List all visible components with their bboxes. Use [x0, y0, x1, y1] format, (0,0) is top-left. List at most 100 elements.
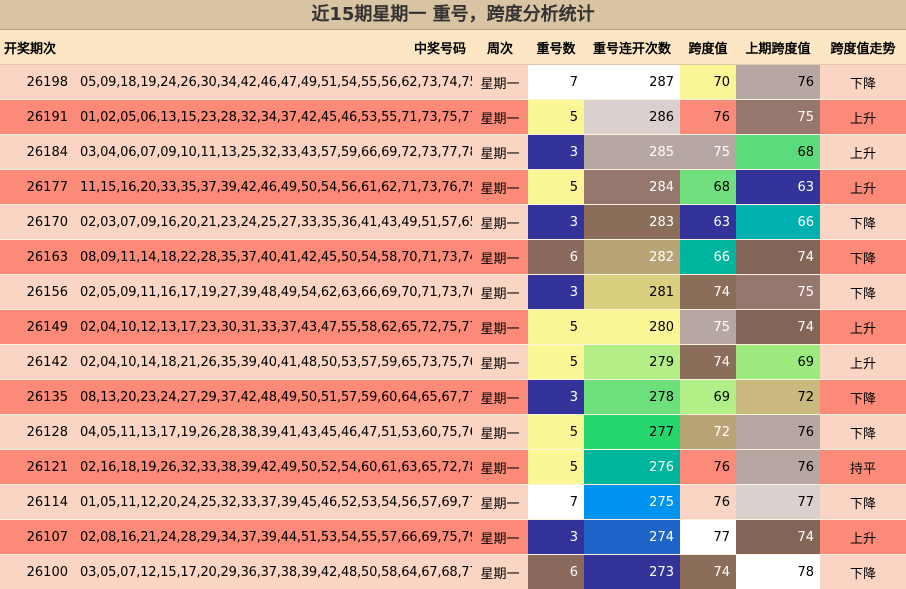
header-numbers: 中奖号码 — [74, 30, 472, 65]
cell-repeat-streak: 279 — [584, 345, 680, 380]
cell-prev-span: 75 — [736, 100, 820, 135]
table-row: 2612804,05,11,13,17,19,26,28,38,39,41,43… — [0, 415, 906, 450]
cell-repeat-count: 3 — [528, 135, 584, 170]
cell-repeat-count: 5 — [528, 345, 584, 380]
table-row: 2611401,05,11,12,20,24,25,32,33,37,39,45… — [0, 485, 906, 520]
cell-issue: 26156 — [0, 275, 74, 310]
cell-week: 星期一 — [472, 520, 528, 555]
stats-panel: 近15期星期一 重号，跨度分析统计 开奖期次 中奖号码 周次 重号数 重号连开次… — [0, 0, 906, 576]
cell-span: 74 — [680, 275, 736, 310]
cell-span: 76 — [680, 100, 736, 135]
header-issue: 开奖期次 — [0, 30, 74, 65]
cell-span: 66 — [680, 240, 736, 275]
cell-span: 75 — [680, 135, 736, 170]
cell-repeat-streak: 275 — [584, 485, 680, 520]
header-span-trend: 跨度值走势 — [820, 30, 906, 65]
cell-span-trend: 上升 — [820, 345, 906, 380]
cell-issue: 26149 — [0, 310, 74, 345]
cell-repeat-count: 5 — [528, 450, 584, 485]
cell-repeat-count: 5 — [528, 100, 584, 135]
table-row: 2615602,05,09,11,16,17,19,27,39,48,49,54… — [0, 275, 906, 310]
cell-span-trend: 上升 — [820, 135, 906, 170]
cell-numbers: 11,15,16,20,33,35,37,39,42,46,49,50,54,5… — [74, 170, 472, 205]
cell-prev-span: 68 — [736, 135, 820, 170]
cell-repeat-streak: 274 — [584, 520, 680, 555]
table-row: 2617002,03,07,09,16,20,21,23,24,25,27,33… — [0, 205, 906, 240]
cell-numbers: 01,05,11,12,20,24,25,32,33,37,39,45,46,5… — [74, 485, 472, 520]
cell-span: 63 — [680, 205, 736, 240]
cell-repeat-count: 5 — [528, 415, 584, 450]
cell-numbers: 08,09,11,14,18,22,28,35,37,40,41,42,45,5… — [74, 240, 472, 275]
cell-week: 星期一 — [472, 135, 528, 170]
cell-numbers: 02,08,16,21,24,28,29,34,37,39,44,51,53,5… — [74, 520, 472, 555]
cell-week: 星期一 — [472, 345, 528, 380]
table-row: 2610702,08,16,21,24,28,29,34,37,39,44,51… — [0, 520, 906, 555]
cell-span-trend: 上升 — [820, 170, 906, 205]
cell-span-trend: 下降 — [820, 205, 906, 240]
cell-repeat-streak: 282 — [584, 240, 680, 275]
page-title: 近15期星期一 重号，跨度分析统计 — [0, 0, 906, 30]
cell-week: 星期一 — [472, 380, 528, 415]
cell-prev-span: 63 — [736, 170, 820, 205]
cell-span-trend: 下降 — [820, 240, 906, 275]
cell-prev-span: 74 — [736, 310, 820, 345]
cell-numbers: 02,04,10,14,18,21,26,35,39,40,41,48,50,5… — [74, 345, 472, 380]
cell-span: 74 — [680, 555, 736, 589]
cell-week: 星期一 — [472, 555, 528, 589]
cell-repeat-streak: 286 — [584, 100, 680, 135]
cell-repeat-streak: 280 — [584, 310, 680, 345]
cell-numbers: 02,16,18,19,26,32,33,38,39,42,49,50,52,5… — [74, 450, 472, 485]
cell-week: 星期一 — [472, 310, 528, 345]
cell-repeat-count: 3 — [528, 275, 584, 310]
cell-span: 75 — [680, 310, 736, 345]
cell-issue: 26184 — [0, 135, 74, 170]
cell-week: 星期一 — [472, 415, 528, 450]
cell-span: 70 — [680, 65, 736, 100]
cell-numbers: 03,05,07,12,15,17,20,29,36,37,38,39,42,4… — [74, 555, 472, 589]
cell-prev-span: 74 — [736, 240, 820, 275]
header-prev-span: 上期跨度值 — [736, 30, 820, 65]
table-row: 2612102,16,18,19,26,32,33,38,39,42,49,50… — [0, 450, 906, 485]
cell-span-trend: 上升 — [820, 100, 906, 135]
cell-span-trend: 上升 — [820, 310, 906, 345]
cell-prev-span: 76 — [736, 415, 820, 450]
cell-numbers: 08,13,20,23,24,27,29,37,42,48,49,50,51,5… — [74, 380, 472, 415]
header-week: 周次 — [472, 30, 528, 65]
cell-repeat-streak: 277 — [584, 415, 680, 450]
table-row: 2617711,15,16,20,33,35,37,39,42,46,49,50… — [0, 170, 906, 205]
cell-repeat-streak: 283 — [584, 205, 680, 240]
cell-repeat-count: 5 — [528, 310, 584, 345]
cell-span: 76 — [680, 485, 736, 520]
cell-week: 星期一 — [472, 205, 528, 240]
cell-prev-span: 69 — [736, 345, 820, 380]
cell-issue: 26114 — [0, 485, 74, 520]
cell-issue: 26121 — [0, 450, 74, 485]
cell-repeat-count: 6 — [528, 240, 584, 275]
header-span: 跨度值 — [680, 30, 736, 65]
cell-span-trend: 下降 — [820, 485, 906, 520]
cell-span: 74 — [680, 345, 736, 380]
cell-week: 星期一 — [472, 65, 528, 100]
table-row: 2619805,09,18,19,24,26,30,34,42,46,47,49… — [0, 65, 906, 100]
cell-issue: 26191 — [0, 100, 74, 135]
cell-prev-span: 77 — [736, 485, 820, 520]
cell-repeat-count: 5 — [528, 170, 584, 205]
cell-repeat-streak: 276 — [584, 450, 680, 485]
cell-repeat-streak: 284 — [584, 170, 680, 205]
header-repeat-streak: 重号连开次数 — [584, 30, 680, 65]
cell-week: 星期一 — [472, 240, 528, 275]
table-row: 2613508,13,20,23,24,27,29,37,42,48,49,50… — [0, 380, 906, 415]
cell-repeat-count: 3 — [528, 380, 584, 415]
cell-span: 77 — [680, 520, 736, 555]
cell-repeat-streak: 273 — [584, 555, 680, 589]
table-row: 2619101,02,05,06,13,15,23,28,32,34,37,42… — [0, 100, 906, 135]
cell-prev-span: 72 — [736, 380, 820, 415]
cell-issue: 26163 — [0, 240, 74, 275]
cell-week: 星期一 — [472, 100, 528, 135]
cell-prev-span: 78 — [736, 555, 820, 589]
cell-repeat-count: 3 — [528, 520, 584, 555]
cell-week: 星期一 — [472, 275, 528, 310]
table-row: 2614902,04,10,12,13,17,23,30,31,33,37,43… — [0, 310, 906, 345]
cell-repeat-streak: 278 — [584, 380, 680, 415]
cell-span-trend: 持平 — [820, 450, 906, 485]
